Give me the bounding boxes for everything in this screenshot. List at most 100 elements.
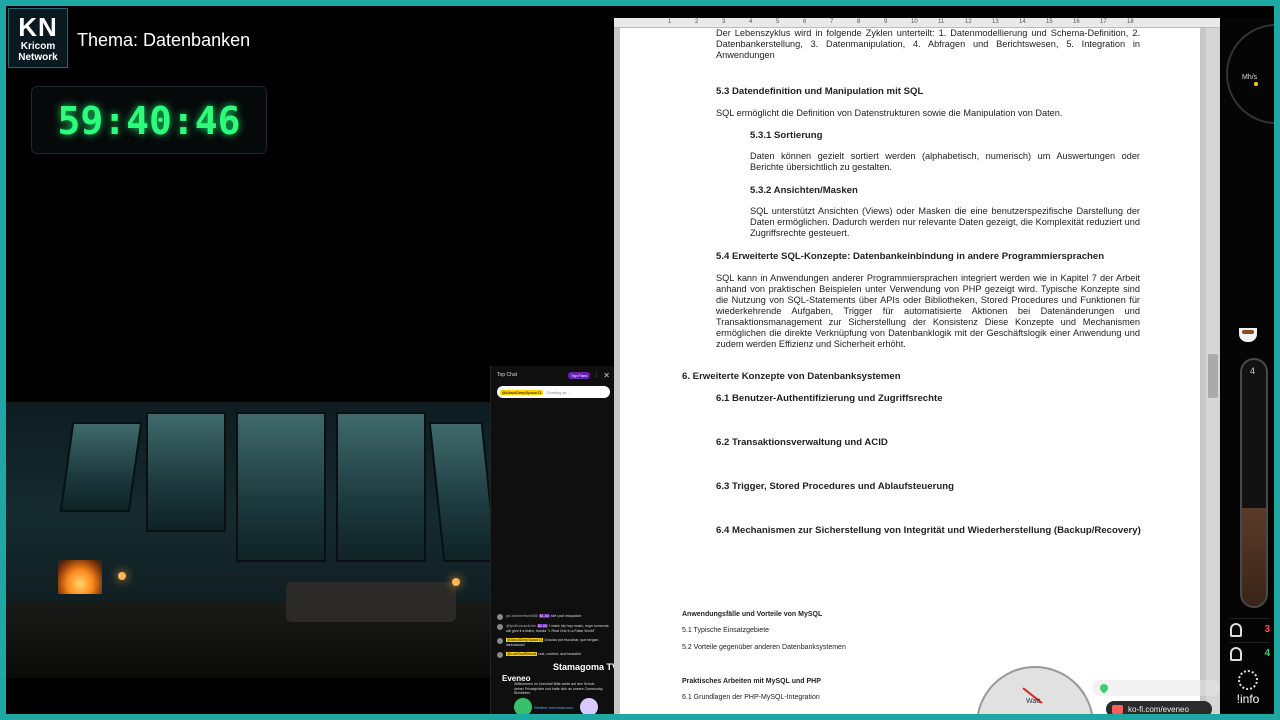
progress-tube: 4	[1240, 358, 1268, 608]
heading: 6.1 Benutzer-Authentifizierung und Zugri…	[716, 393, 943, 404]
ruler-number: 14	[1019, 19, 1026, 25]
message-author: @lipidfromaudiobe	[506, 624, 537, 628]
avatar	[497, 614, 503, 620]
window-pane	[336, 412, 426, 562]
topic-title: Thema: Datenbanken	[77, 30, 251, 50]
reaction-button[interactable]	[580, 698, 598, 714]
more-icon[interactable]: ⋮	[594, 372, 599, 378]
watt-label: Watt	[1026, 698, 1041, 705]
lamp	[118, 572, 126, 580]
chat-user-tag: @AbsolDeepSpace13	[500, 389, 544, 395]
ruler-number: 2	[695, 19, 699, 25]
gauge-dot	[1254, 82, 1258, 86]
ruler-number: 1	[668, 19, 672, 25]
coffee-icon	[1239, 328, 1257, 342]
kofi-cup-icon	[1112, 704, 1123, 714]
ruler-number: 16	[1073, 19, 1080, 25]
chat-message: gio.sambertfan9586 $1.00 sitë çoal relaç…	[497, 614, 613, 620]
heading: 5.3 Datendefinition und Manipulation mit…	[716, 86, 924, 97]
ruler-number: 13	[992, 19, 999, 25]
kn-logo: KN Kricom Network	[8, 8, 68, 68]
ruler-number: 3	[722, 19, 726, 25]
chat-messages: gio.sambertfan9586 $1.00 sitë çoal relaç…	[497, 614, 613, 662]
note-heading: Anwendungsfälle und Vorteile von MySQL	[682, 611, 823, 618]
chat-welcome: Willkommen im Livechat! Bitte achte auf …	[500, 678, 612, 714]
heading: 5.4 Erweiterte SQL-Konzepte: Datenbankei…	[716, 251, 1105, 262]
heart-bar	[1092, 680, 1220, 696]
logo-line1: Kricom	[20, 41, 56, 52]
tube-value: 4	[1250, 366, 1256, 376]
lamp	[452, 578, 460, 586]
chat-input[interactable]: @AbsolDeepSpace13 Chatting as ...	[497, 386, 610, 398]
stats-panel: Mh/s 4 3 4 !info	[1222, 18, 1274, 714]
ruler-number: 12	[965, 19, 972, 25]
info-label: !info	[1236, 692, 1260, 706]
kofi-link[interactable]: ko-fi.com/eveneo	[1106, 701, 1212, 714]
heading: 6.2 Transaktionsverwaltung und ACID	[716, 437, 888, 448]
reaction-button[interactable]	[514, 698, 532, 714]
chat-mode-dropdown[interactable]: Top Chat	[497, 372, 517, 378]
heading: 5.3.1 Sortierung	[750, 130, 823, 141]
top-fans-badge[interactable]: Top Fans	[567, 371, 591, 379]
close-icon[interactable]: ✕	[603, 371, 610, 380]
avatar	[497, 624, 503, 630]
chat-header: Top Chat Top Fans ⋮ ✕	[491, 366, 616, 384]
tube-fill	[1242, 507, 1266, 606]
window-pane	[146, 412, 226, 532]
hashrate-gauge: Mh/s	[1226, 24, 1274, 124]
document-page[interactable]: Der Lebenszyklus wird in folgende Zyklen…	[620, 28, 1200, 714]
person-icon	[1230, 646, 1242, 661]
person-icon	[1230, 622, 1242, 637]
message-author: gio.sambertfan9586	[506, 614, 538, 618]
gauge-label: Mh/s	[1242, 74, 1258, 81]
chat-message: @lipidfromaudiobe $2.00 I make hip hop m…	[497, 624, 613, 634]
message-text: sitë çoal relaçación	[550, 614, 582, 618]
ruler-number: 7	[830, 19, 834, 25]
heading: 6. Erweiterte Konzepte von Datenbanksyst…	[682, 371, 901, 382]
welcome-text: Willkommen im Livechat! Bitte achte auf …	[514, 682, 604, 695]
ruler-number: 11	[938, 19, 945, 25]
stream-frame: KN Kricom Network Thema: Datenbanken 59:…	[6, 6, 1274, 714]
super-chat-badge: $2.00	[537, 624, 549, 628]
message-text: rest, comfort, and beautiful	[538, 652, 581, 656]
avatar	[497, 652, 503, 658]
scrollbar-thumb[interactable]	[1208, 354, 1218, 398]
avatar	[497, 638, 503, 644]
ruler-number: 10	[911, 19, 918, 25]
window-pane	[59, 422, 143, 512]
ruler-number: 8	[857, 19, 861, 25]
paragraph: SQL ermöglicht die Definition von Datens…	[716, 108, 1063, 118]
horizontal-ruler[interactable]: 1 2 3 4 5 6 7 8 9 10 11 12 13 14 15 16 17 18	[614, 18, 1220, 28]
message-author: @LostSoulRetreat	[506, 652, 538, 656]
logo-short: KN	[18, 12, 58, 42]
chat-message: @AbsolDeepSpace13 Gracias por escuchar, …	[497, 638, 613, 648]
vertical-scrollbar[interactable]	[1206, 28, 1220, 714]
ruler-number: 18	[1127, 19, 1134, 25]
note-heading: Praktisches Arbeiten mit MySQL und PHP	[682, 678, 821, 685]
ruler-number: 15	[1046, 19, 1053, 25]
chat-message: @LostSoulRetreat rest, comfort, and beau…	[497, 652, 613, 658]
ruler-number: 5	[776, 19, 780, 25]
heart-icon	[1098, 682, 1110, 694]
super-chat-badge: $1.00	[538, 614, 550, 618]
countdown-timer: 59:40:46	[31, 86, 267, 154]
note-item: 5.2 Vorteile gegenüber anderen Datenbank…	[682, 644, 846, 651]
paragraph: Daten können gezielt sortiert werden (al…	[750, 151, 1140, 172]
note-item: 5.1 Typische Einsatzgebiete	[682, 627, 770, 634]
fireplace	[58, 560, 102, 594]
info-link[interactable]: Weitere Informationen	[534, 705, 573, 710]
document-window: 1 2 3 4 5 6 7 8 9 10 11 12 13 14 15 16 17 18 Der Lebenszy…	[614, 18, 1220, 714]
counter-value: 3	[1264, 624, 1270, 635]
chat-placeholder: Chatting as ...	[546, 389, 572, 395]
info-command: !info	[1232, 670, 1264, 706]
logo-line2: Network	[18, 52, 58, 63]
message-author: @AbsolDeepSpace13	[506, 638, 544, 642]
ruler-number: 17	[1100, 19, 1107, 25]
ruler-number: 9	[884, 19, 888, 25]
bed	[286, 582, 456, 622]
paragraph: SQL unterstützt Ansichten (Views) oder M…	[750, 206, 1140, 238]
follower-counter: 4	[1230, 642, 1270, 664]
window-pane	[236, 412, 326, 562]
ruler-number: 6	[803, 19, 807, 25]
info-icon	[1238, 670, 1258, 690]
